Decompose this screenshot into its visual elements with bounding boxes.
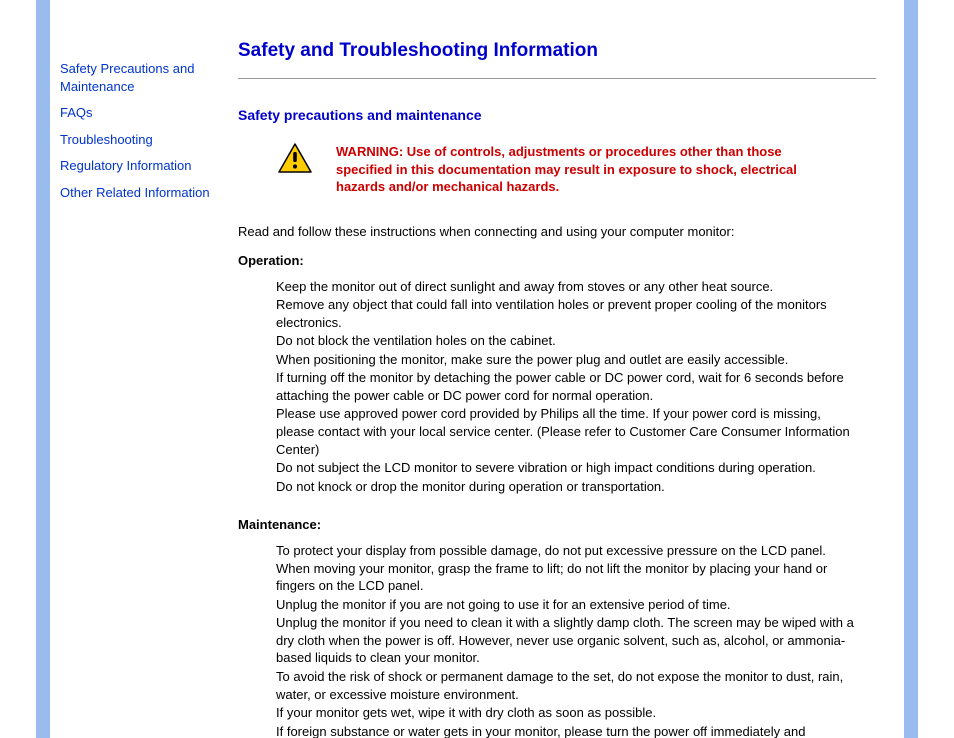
warning-icon xyxy=(278,143,312,173)
sidebar-nav: Safety Precautions and Maintenance FAQs … xyxy=(60,60,230,210)
maintenance-heading: Maintenance: xyxy=(238,517,876,532)
list-item: Do not subject the LCD monitor to severe… xyxy=(276,459,856,477)
list-item: Remove any object that could fall into v… xyxy=(276,296,856,331)
intro-text: Read and follow these instructions when … xyxy=(238,224,876,239)
decorative-left-rail xyxy=(36,0,50,738)
list-item: Unplug the monitor if you need to clean … xyxy=(276,614,856,667)
page: Safety Precautions and Maintenance FAQs … xyxy=(0,0,954,738)
list-item: Unplug the monitor if you are not going … xyxy=(276,596,856,614)
list-item: To avoid the risk of shock or permanent … xyxy=(276,668,856,703)
operation-heading: Operation: xyxy=(238,253,876,268)
section-heading: Safety precautions and maintenance xyxy=(238,107,876,123)
list-item: When positioning the monitor, make sure … xyxy=(276,351,856,369)
list-item: If foreign substance or water gets in yo… xyxy=(276,723,856,738)
maintenance-list: To protect your display from possible da… xyxy=(238,542,876,738)
list-item: Do not knock or drop the monitor during … xyxy=(276,478,856,496)
list-item: To protect your display from possible da… xyxy=(276,542,856,595)
divider xyxy=(238,78,876,79)
sidebar-link-troubleshooting[interactable]: Troubleshooting xyxy=(60,131,230,149)
list-item: If your monitor gets wet, wipe it with d… xyxy=(276,704,856,722)
list-item: If turning off the monitor by detaching … xyxy=(276,369,856,404)
content-area: Safety and Troubleshooting Information S… xyxy=(238,40,888,738)
warning-block: WARNING: Use of controls, adjustments or… xyxy=(238,143,876,196)
list-item: Please use approved power cord provided … xyxy=(276,405,856,458)
sidebar-link-other[interactable]: Other Related Information xyxy=(60,184,230,202)
list-item: Keep the monitor out of direct sunlight … xyxy=(276,278,856,296)
page-title: Safety and Troubleshooting Information xyxy=(238,40,876,62)
sidebar-link-safety[interactable]: Safety Precautions and Maintenance xyxy=(60,60,230,95)
list-item: Do not block the ventilation holes on th… xyxy=(276,332,856,350)
warning-text: WARNING: Use of controls, adjustments or… xyxy=(336,143,876,196)
sidebar-link-faqs[interactable]: FAQs xyxy=(60,104,230,122)
sidebar-link-regulatory[interactable]: Regulatory Information xyxy=(60,157,230,175)
decorative-right-rail xyxy=(904,0,918,738)
operation-list: Keep the monitor out of direct sunlight … xyxy=(238,278,876,496)
